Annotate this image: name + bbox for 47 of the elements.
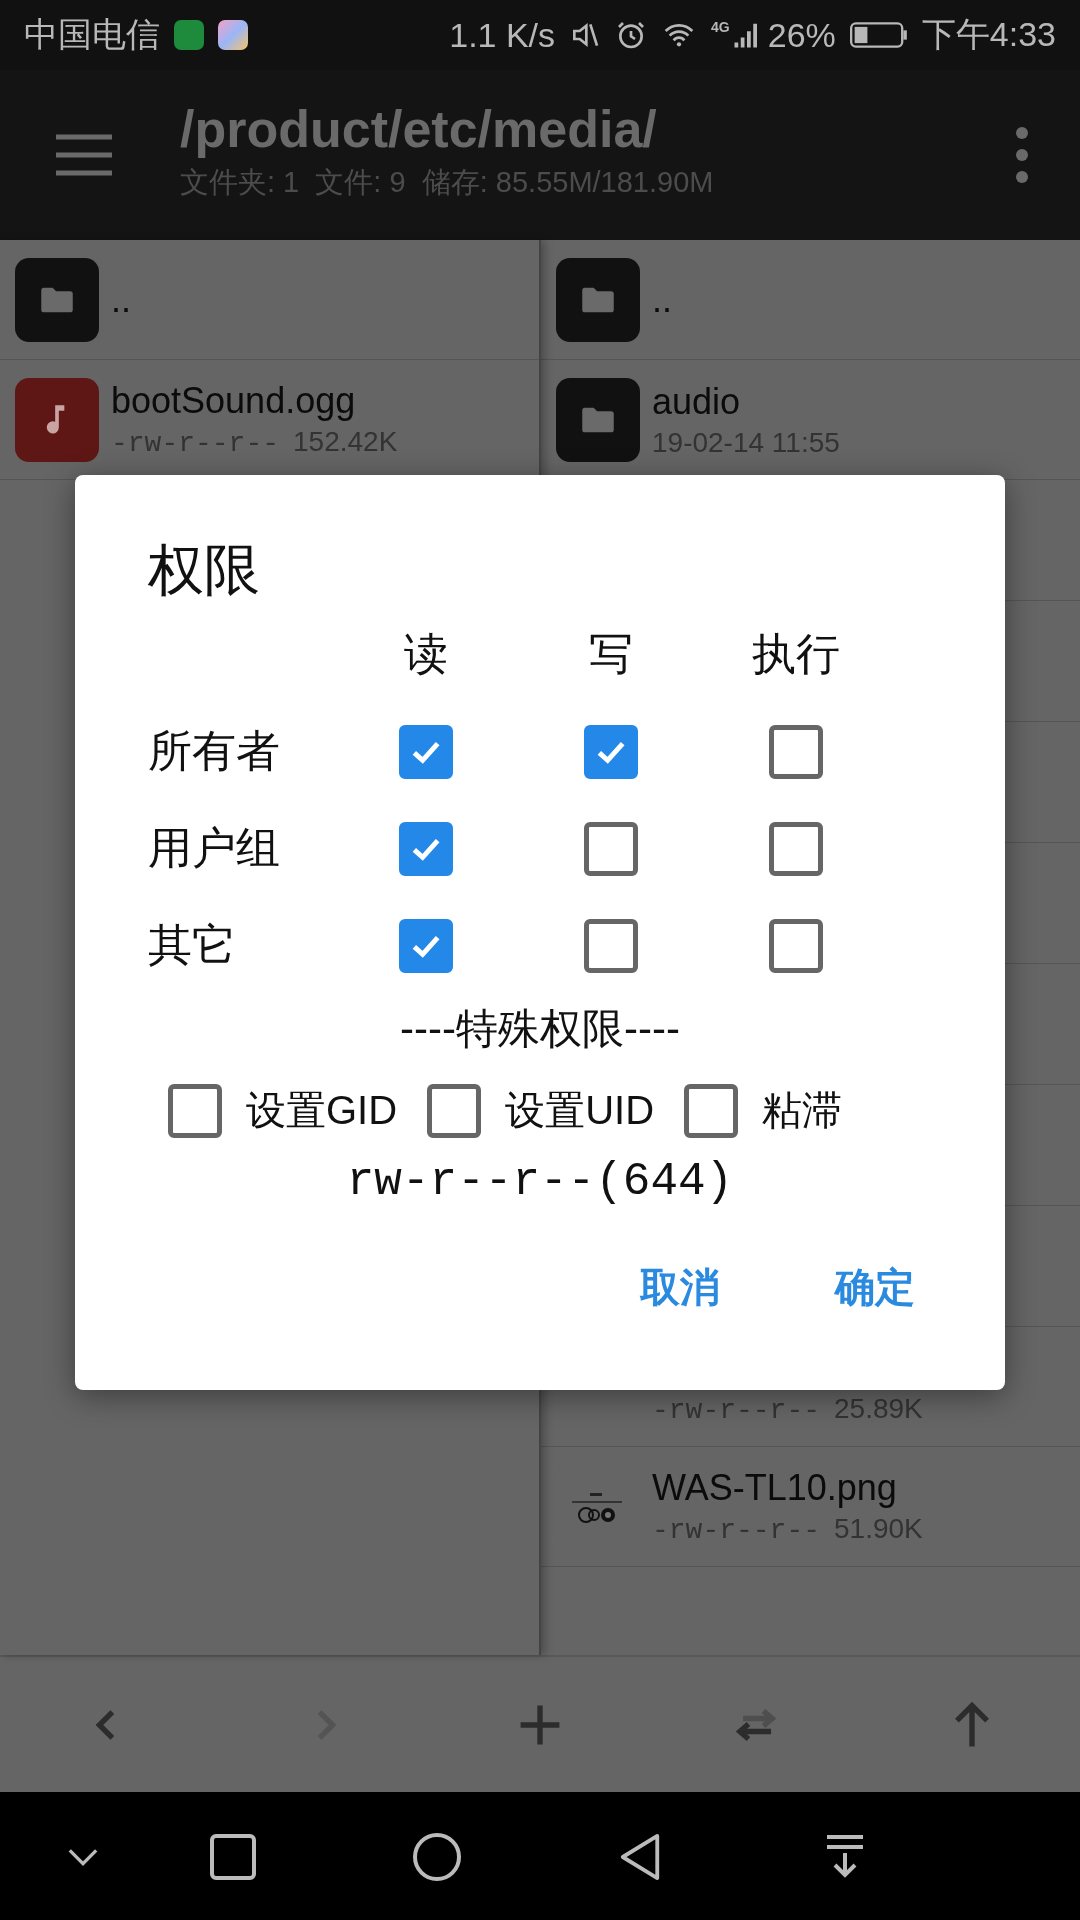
- permission-row-label: 所有者: [148, 725, 281, 777]
- folder-icon: [556, 377, 640, 462]
- network-type: 4G: [711, 19, 730, 35]
- file-name: audio: [652, 380, 742, 423]
- checkbox[interactable]: [768, 918, 823, 973]
- chat-app-icon: [174, 20, 204, 50]
- checkbox[interactable]: [168, 1083, 222, 1138]
- file-name: WAS-TL10.png: [652, 1467, 898, 1509]
- checkbox-label: 设置GID: [246, 1087, 398, 1134]
- battery-icon: [849, 21, 908, 49]
- column-header: 读: [403, 628, 448, 680]
- flower-app-icon: [218, 20, 248, 50]
- file-name: ..: [111, 278, 131, 321]
- home-icon[interactable]: [411, 1831, 463, 1883]
- permission-mode: rw-r--r--(644): [346, 1156, 734, 1208]
- carrier-name: 中国电信: [24, 14, 160, 55]
- checkbox-label: 粘滞: [762, 1087, 842, 1134]
- permission-row-label: 用户组: [148, 822, 281, 874]
- music-note-icon: [15, 377, 99, 462]
- folder-icon: [556, 257, 640, 342]
- file-name: ..: [652, 278, 672, 321]
- file-name: bootSound.ogg: [111, 380, 357, 422]
- special-permissions-heading: ----特殊权限----: [400, 1004, 680, 1054]
- clock-time: 下午4:33: [921, 14, 1056, 55]
- dialog-button[interactable]: 取消: [628, 1252, 732, 1323]
- checkbox[interactable]: [583, 724, 638, 779]
- checkbox[interactable]: [398, 918, 453, 973]
- column-header: 写: [588, 628, 633, 680]
- checkbox[interactable]: [768, 821, 823, 876]
- checkbox-label: 设置UID: [505, 1087, 654, 1134]
- folder-summary: 文件夹: 1 文件: 9 储存: 85.55M/181.90M: [180, 165, 715, 200]
- checkbox[interactable]: [583, 918, 638, 973]
- column-header: 执行: [751, 628, 840, 680]
- folder-path: /product/etc/media/: [180, 99, 658, 159]
- checkbox[interactable]: [583, 821, 638, 876]
- checkbox[interactable]: [768, 724, 823, 779]
- checkbox[interactable]: [427, 1083, 482, 1138]
- dialog-button[interactable]: 确定: [823, 1252, 927, 1323]
- checkbox[interactable]: [398, 724, 453, 779]
- checkbox[interactable]: [684, 1083, 738, 1138]
- permission-row-label: 其它: [148, 919, 237, 971]
- battery-percent: 26%: [767, 15, 836, 55]
- recents-icon[interactable]: [209, 1833, 257, 1881]
- checkbox[interactable]: [398, 821, 453, 876]
- dialog-title: 权限: [148, 537, 261, 603]
- folder-icon: [15, 257, 99, 342]
- network-speed: 1.1 K/s: [449, 15, 556, 55]
